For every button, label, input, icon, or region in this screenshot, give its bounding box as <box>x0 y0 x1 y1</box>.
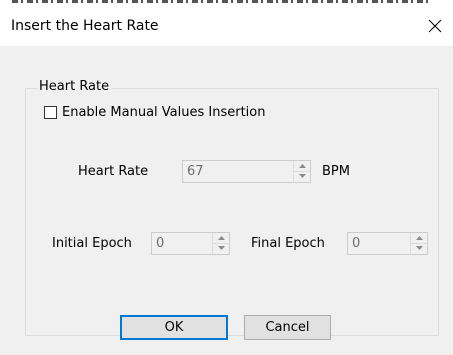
final-epoch-decrement-button[interactable] <box>411 243 427 253</box>
spin-down-arrow-icon <box>298 174 306 178</box>
dialog-client-area: Heart Rate Enable Manual Values Insertio… <box>0 46 453 355</box>
heart-rate-spinbox[interactable]: 67 <box>182 160 311 183</box>
heart-rate-groupbox <box>25 88 439 336</box>
title-bar: Insert the Heart Rate <box>0 6 453 46</box>
initial-epoch-spinbox[interactable]: 0 <box>151 232 230 255</box>
ok-button-label: OK <box>164 320 184 335</box>
insert-heart-rate-dialog: Insert the Heart Rate Heart Rate Enable … <box>0 0 453 355</box>
manual-values-checkbox[interactable] <box>44 105 57 119</box>
spin-down-arrow-icon <box>217 246 225 250</box>
heart-rate-value[interactable]: 67 <box>187 163 204 180</box>
background-window-text <box>12 0 432 3</box>
close-icon <box>428 19 442 33</box>
heart-rate-unit: BPM <box>322 164 350 179</box>
final-epoch-label: Final Epoch <box>251 236 325 251</box>
initial-epoch-spin-buttons[interactable] <box>212 233 229 254</box>
close-button[interactable] <box>417 6 453 46</box>
final-epoch-spin-buttons[interactable] <box>410 233 427 254</box>
spin-up-arrow-icon <box>298 164 306 168</box>
ok-button[interactable]: OK <box>120 315 228 340</box>
final-epoch-spinbox[interactable]: 0 <box>347 232 428 255</box>
heart-rate-label: Heart Rate <box>78 164 149 179</box>
dialog-title: Insert the Heart Rate <box>11 18 159 34</box>
spin-down-arrow-icon <box>415 246 423 250</box>
manual-values-checkbox-row[interactable]: Enable Manual Values Insertion <box>44 103 265 121</box>
spin-up-arrow-icon <box>217 236 225 240</box>
cancel-button[interactable]: Cancel <box>244 315 331 340</box>
cancel-button-label: Cancel <box>265 320 310 335</box>
heart-rate-spin-buttons[interactable] <box>293 161 310 182</box>
spin-up-arrow-icon <box>415 236 423 240</box>
initial-epoch-label: Initial Epoch <box>52 236 132 251</box>
heart-rate-decrement-button[interactable] <box>294 171 310 181</box>
initial-epoch-value[interactable]: 0 <box>156 235 164 252</box>
final-epoch-value[interactable]: 0 <box>352 235 360 252</box>
groupbox-legend: Heart Rate <box>37 78 112 96</box>
initial-epoch-decrement-button[interactable] <box>213 243 229 253</box>
manual-values-checkbox-label[interactable]: Enable Manual Values Insertion <box>62 105 265 120</box>
